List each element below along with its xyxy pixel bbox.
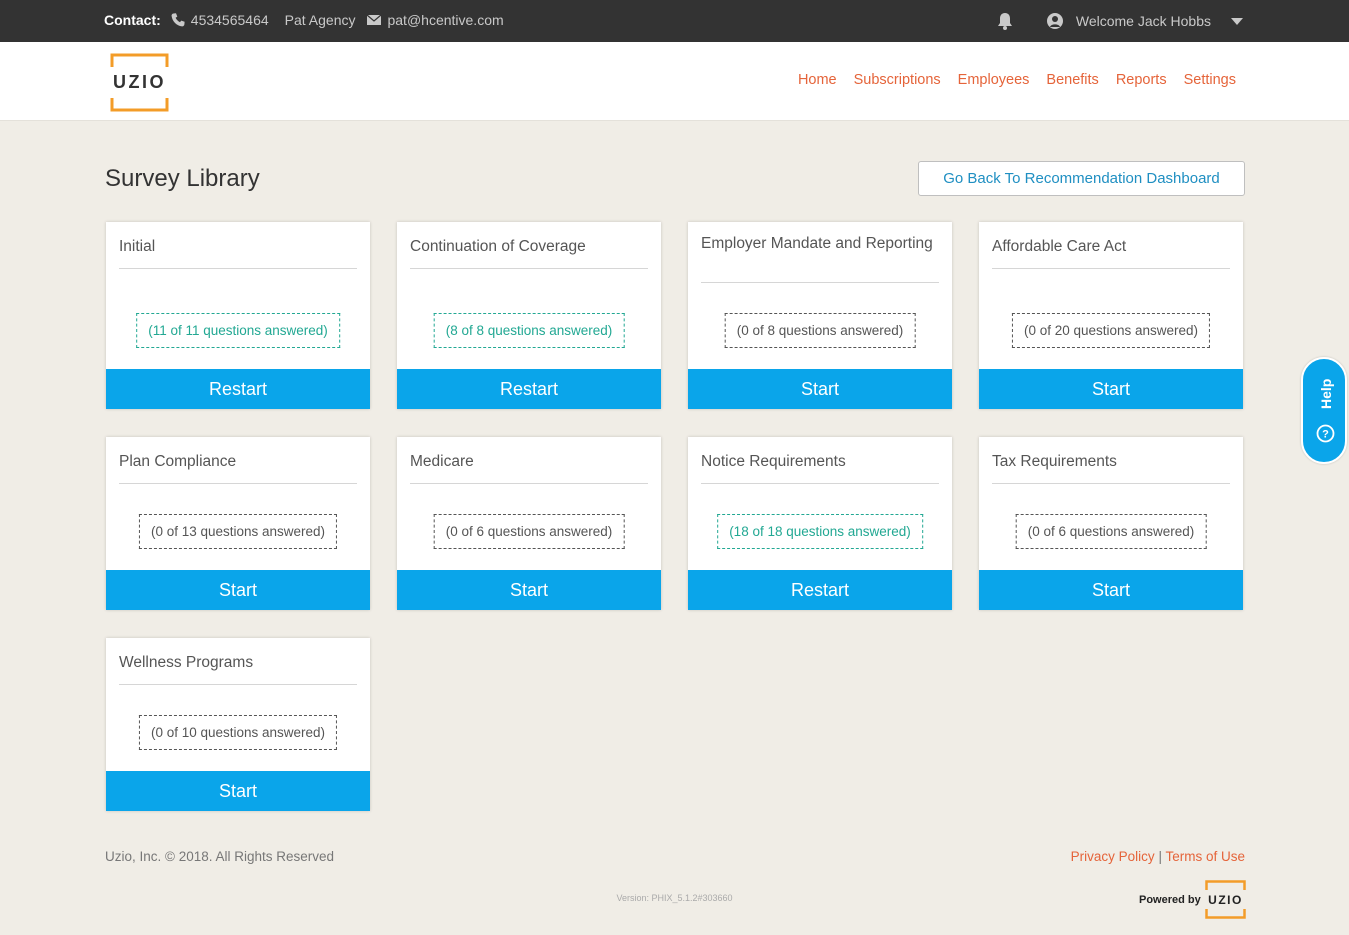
copyright-text: Uzio, Inc. © 2018. All Rights Reserved [105, 849, 335, 864]
powered-logo-text: UZIO [1208, 893, 1243, 907]
survey-restart-button[interactable]: Restart [106, 369, 370, 409]
survey-start-button[interactable]: Start [106, 771, 370, 811]
bell-icon[interactable] [996, 11, 1014, 31]
survey-status-badge: (0 of 10 questions answered) [138, 715, 338, 750]
back-to-dashboard-button[interactable]: Go Back To Recommendation Dashboard [918, 161, 1245, 196]
survey-card: Medicare (0 of 6 questions answered) Sta… [397, 437, 661, 610]
chevron-down-icon[interactable] [1231, 17, 1243, 25]
survey-status-badge: (0 of 6 questions answered) [433, 514, 625, 549]
survey-card-title: Tax Requirements [992, 452, 1230, 484]
survey-start-button[interactable]: Start [397, 570, 661, 610]
survey-card-title: Employer Mandate and Reporting [701, 234, 939, 283]
privacy-policy-link[interactable]: Privacy Policy [1071, 849, 1155, 864]
survey-status-badge: (8 of 8 questions answered) [433, 313, 625, 348]
user-avatar-icon [1046, 13, 1063, 29]
survey-card-title: Initial [119, 237, 357, 269]
contact-email[interactable]: pat@hcentive.com [387, 12, 503, 28]
page-title: Survey Library [105, 165, 260, 192]
survey-card: Initial (11 of 11 questions answered) Re… [106, 222, 370, 409]
survey-card-title: Continuation of Coverage [410, 237, 648, 269]
survey-card: Wellness Programs (0 of 10 questions ans… [106, 638, 370, 811]
uzio-logo[interactable]: UZIO [110, 53, 169, 112]
survey-card: Notice Requirements (18 of 18 questions … [688, 437, 952, 610]
user-area: Welcome Jack Hobbs [996, 11, 1245, 31]
help-label: Help [1318, 378, 1334, 409]
survey-card: Tax Requirements (0 of 6 questions answe… [979, 437, 1243, 610]
survey-card-title: Affordable Care Act [992, 237, 1230, 269]
survey-status-badge: (0 of 13 questions answered) [138, 514, 338, 549]
survey-start-button[interactable]: Start [979, 369, 1243, 409]
top-contact-bar: Contact: 4534565464 Pat Agency pat@hcent… [0, 0, 1349, 42]
nav-employees[interactable]: Employees [958, 72, 1030, 88]
main-header: UZIO Home Subscriptions Employees Benefi… [0, 42, 1349, 121]
survey-status-badge: (11 of 11 questions answered) [136, 313, 340, 348]
powered-by-uzio-logo: UZIO [1205, 880, 1246, 919]
nav-settings[interactable]: Settings [1184, 72, 1236, 88]
survey-card-title: Medicare [410, 452, 648, 484]
phone-icon [171, 13, 185, 27]
nav-subscriptions[interactable]: Subscriptions [854, 72, 941, 88]
nav-benefits[interactable]: Benefits [1046, 72, 1098, 88]
survey-card: Continuation of Coverage (8 of 8 questio… [397, 222, 661, 409]
contact-agency: Pat Agency [284, 12, 356, 28]
welcome-user[interactable]: Welcome Jack Hobbs [1076, 13, 1211, 29]
main-nav: Home Subscriptions Employees Benefits Re… [781, 72, 1236, 88]
survey-status-badge: (0 of 20 questions answered) [1011, 313, 1211, 348]
survey-card: Plan Compliance (0 of 13 questions answe… [106, 437, 370, 610]
survey-restart-button[interactable]: Restart [397, 369, 661, 409]
contact-info: Contact: 4534565464 Pat Agency pat@hcent… [104, 12, 504, 28]
nav-reports[interactable]: Reports [1116, 72, 1167, 88]
survey-card-title: Plan Compliance [119, 452, 357, 484]
survey-status-badge: (0 of 6 questions answered) [1015, 514, 1207, 549]
survey-start-button[interactable]: Start [688, 369, 952, 409]
question-icon: ? [1316, 424, 1335, 443]
terms-of-use-link[interactable]: Terms of Use [1165, 849, 1245, 864]
mail-icon [367, 14, 382, 25]
survey-card: Affordable Care Act (0 of 20 questions a… [979, 222, 1243, 409]
survey-status-badge: (0 of 8 questions answered) [724, 313, 916, 348]
survey-card-title: Wellness Programs [119, 653, 357, 685]
nav-home[interactable]: Home [798, 72, 837, 88]
survey-status-badge: (18 of 18 questions answered) [717, 514, 923, 549]
survey-start-button[interactable]: Start [106, 570, 370, 610]
contact-phone: 4534565464 [190, 12, 269, 28]
footer-separator: | [1158, 849, 1162, 864]
help-tab[interactable]: Help ? [1301, 357, 1347, 464]
svg-text:?: ? [1322, 429, 1329, 441]
survey-card: Employer Mandate and Reporting (0 of 8 q… [688, 222, 952, 409]
survey-restart-button[interactable]: Restart [688, 570, 952, 610]
logo-text: UZIO [113, 72, 166, 92]
powered-by: Powered by UZIO [1139, 880, 1246, 919]
footer-links: Privacy Policy | Terms of Use [1071, 849, 1245, 864]
survey-card-title: Notice Requirements [701, 452, 939, 484]
powered-by-label: Powered by [1139, 893, 1201, 906]
contact-label: Contact: [104, 12, 161, 28]
survey-start-button[interactable]: Start [979, 570, 1243, 610]
